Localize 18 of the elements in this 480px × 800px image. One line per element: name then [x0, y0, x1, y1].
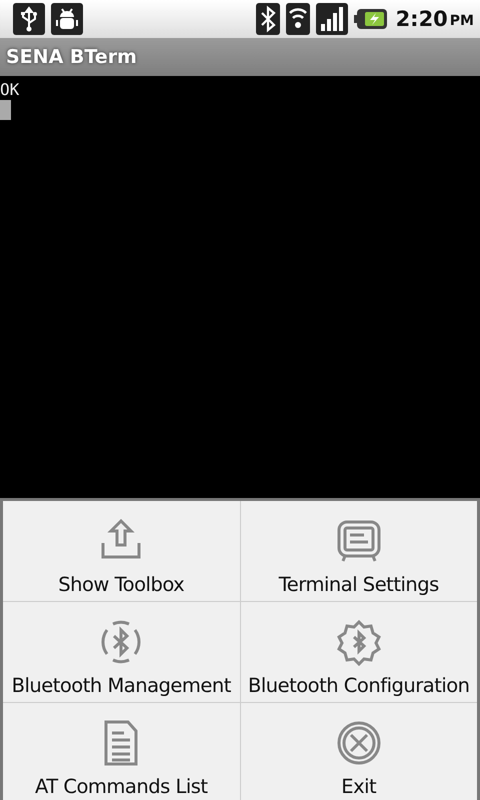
robot-icon: [51, 3, 83, 35]
close-icon: [334, 719, 383, 767]
clock-meridiem: PM: [450, 13, 474, 29]
app-title: SENA BTerm: [6, 46, 137, 68]
clock-time: 2:20: [396, 7, 448, 31]
signal-icon: [316, 3, 348, 35]
menu-item[interactable]: Show Toolbox: [3, 501, 240, 601]
wifi-icon: [286, 3, 310, 35]
menu-item[interactable]: Terminal Settings: [240, 501, 477, 601]
bluetooth-gear-icon: [334, 618, 383, 666]
menu-item[interactable]: Exit: [240, 703, 477, 800]
menu-item[interactable]: Bluetooth Configuration: [240, 602, 477, 702]
usb-icon: [13, 3, 45, 35]
menu-item[interactable]: Bluetooth Management: [3, 602, 240, 702]
menu-item[interactable]: AT Commands List: [3, 703, 240, 800]
battery-charging-icon: [354, 7, 388, 31]
terminal-line: OK: [0, 80, 20, 100]
bluetooth-icon: [256, 3, 280, 35]
